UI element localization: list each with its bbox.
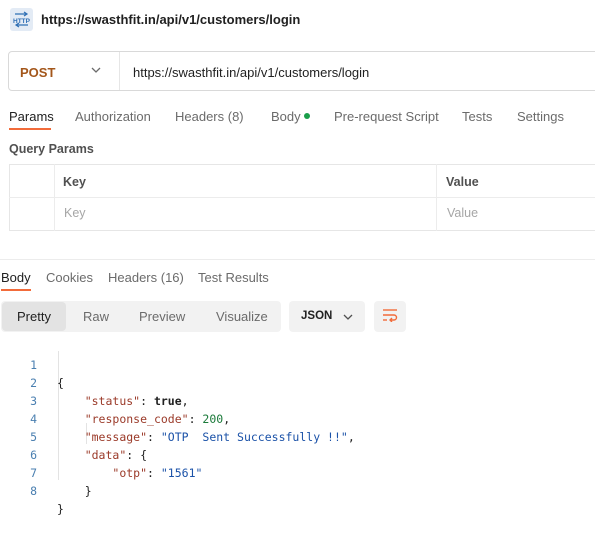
table-row-divider <box>9 197 595 198</box>
format-label: JSON <box>301 310 333 322</box>
tab-body[interactable]: Body <box>271 109 301 124</box>
tab-tests[interactable]: Tests <box>462 109 492 124</box>
response-tab-body[interactable]: Body <box>1 270 31 285</box>
column-header-value: Value <box>446 175 479 189</box>
chevron-down-icon <box>342 311 354 326</box>
divider <box>119 52 120 90</box>
response-tab-headers[interactable]: Headers (16) <box>108 270 184 285</box>
query-params-title: Query Params <box>9 142 94 156</box>
view-visualize-button[interactable]: Visualize <box>216 309 268 324</box>
tab-headers[interactable]: Headers (8) <box>175 109 244 124</box>
table-column-divider <box>54 164 55 231</box>
value-input[interactable]: Value <box>447 206 478 220</box>
tab-params[interactable]: Params <box>9 109 54 124</box>
response-tab-test-results[interactable]: Test Results <box>198 270 269 285</box>
code-line: 3 "response_code": 200, <box>0 374 230 426</box>
column-header-key: Key <box>63 175 86 189</box>
request-title: https://swasthfit.in/api/v1/customers/lo… <box>41 12 301 27</box>
line-number: 8 <box>30 484 37 498</box>
code-line: 8 } <box>0 464 64 516</box>
code-text: "otp": "1561" <box>112 466 203 480</box>
key-input[interactable]: Key <box>64 206 86 220</box>
chevron-down-icon[interactable] <box>90 64 102 79</box>
table-column-divider <box>436 164 437 231</box>
code-text: "message": "OTP Sent Successfully !!", <box>84 430 355 444</box>
code-text: "response_code": 200, <box>84 412 231 426</box>
code-text: } <box>57 484 92 498</box>
code-line: 6 "otp": "1561" <box>0 428 202 480</box>
view-pretty-button[interactable]: Pretty <box>17 309 51 324</box>
code-line: 4 "message": "OTP Sent Successfully !!", <box>0 392 355 444</box>
code-text: } <box>57 502 64 516</box>
code-text: "data": { <box>84 448 148 462</box>
view-raw-button[interactable]: Raw <box>83 309 109 324</box>
view-preview-button[interactable]: Preview <box>139 309 185 324</box>
active-tab-indicator <box>1 289 31 291</box>
code-line: 2 "status": true, <box>0 356 189 408</box>
body-status-dot <box>304 113 310 119</box>
http-icon: HTTP <box>10 8 33 31</box>
word-wrap-button[interactable] <box>374 301 406 332</box>
tab-pre-request-script[interactable]: Pre-request Script <box>334 109 439 124</box>
tab-authorization[interactable]: Authorization <box>75 109 151 124</box>
active-tab-indicator <box>9 128 51 130</box>
code-line: 5 "data": { <box>0 410 147 462</box>
method-select[interactable]: POST <box>20 65 55 80</box>
url-input[interactable]: https://swasthfit.in/api/v1/customers/lo… <box>133 65 369 80</box>
response-tab-cookies[interactable]: Cookies <box>46 270 93 285</box>
code-text: "status": true, <box>84 394 189 408</box>
divider <box>0 259 595 260</box>
code-line: 7 } <box>0 446 92 498</box>
svg-text:HTTP: HTTP <box>13 18 31 25</box>
wrap-lines-icon <box>382 308 398 325</box>
code-line: 1 { <box>0 338 64 390</box>
tab-settings[interactable]: Settings <box>517 109 564 124</box>
code-text: { <box>57 376 64 390</box>
